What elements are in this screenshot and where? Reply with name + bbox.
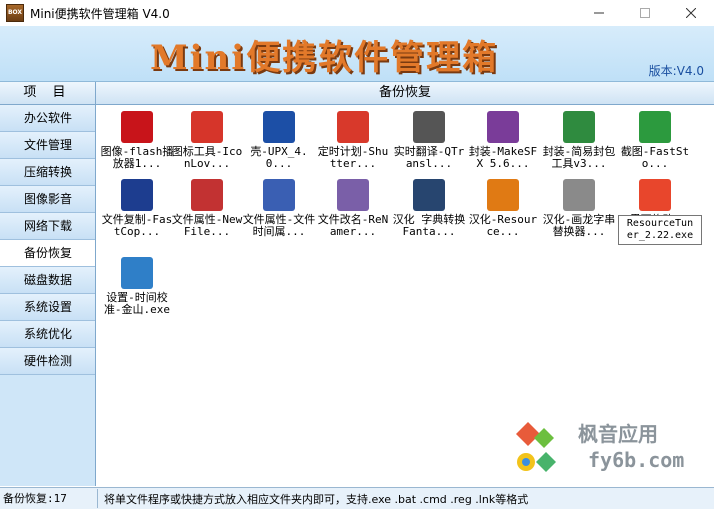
- status-bar: 备份恢复:17 将单文件程序或快捷方式放入相应文件夹内即可，支持.exe .ba…: [0, 487, 714, 509]
- sidebar-item[interactable]: 网络下载: [0, 213, 95, 240]
- close-button[interactable]: [668, 0, 714, 26]
- app-tile[interactable]: 设置-时间校准-金山.exe: [100, 257, 174, 316]
- window-title: Mini便携软件管理箱 V4.0: [30, 6, 170, 21]
- bubble-icon: [413, 111, 445, 143]
- app-tile-label: 汉化-画龙字串替换器...: [542, 213, 616, 238]
- app-tile-label: 文件属性-文件时间属...: [242, 213, 316, 238]
- app-tile[interactable]: 汉化 字典转换 Fanta...: [392, 179, 466, 238]
- app-tile-label: 图标工具-IconLov...: [171, 145, 243, 170]
- shield-icon: [563, 111, 595, 143]
- upx-icon: [263, 111, 295, 143]
- app-tile[interactable]: 汉化-Resource...: [466, 179, 540, 238]
- sidebar-item[interactable]: 系统优化: [0, 321, 95, 348]
- rh-icon: [487, 179, 519, 211]
- sidebar: 项 目 办公软件 文件管理 压缩转换 图像影音 网络下载 备份恢复 磁盘数据 系统设置 系统优化…: [0, 82, 96, 486]
- app-tile[interactable]: 实时翻译-QTransl...: [392, 111, 466, 170]
- sidebar-item[interactable]: 备份恢复: [0, 240, 95, 267]
- close-icon: [686, 8, 696, 18]
- app-tile-label: 文件属性-NewFile...: [171, 213, 243, 238]
- title-bar: BOX Mini便携软件管理箱 V4.0: [0, 0, 714, 26]
- sidebar-header: 项 目: [0, 82, 95, 105]
- globe-icon: [413, 179, 445, 211]
- app-tile[interactable]: 文件改名-ReNamer...: [316, 179, 390, 238]
- app-tile-label: 汉化-Resource...: [468, 213, 538, 238]
- app-tile-label: 汉化 字典转换 Fanta...: [392, 213, 466, 238]
- edit-icon: [563, 179, 595, 211]
- app-tile-label: 文件改名-ReNamer...: [317, 213, 389, 238]
- flash-icon: [121, 111, 153, 143]
- status-hint: 将单文件程序或快捷方式放入相应文件夹内即可，支持.exe .bat .cmd .…: [104, 492, 529, 506]
- app-tile[interactable]: 文件属性-NewFile...: [170, 179, 244, 238]
- app-tile-label: 文件复制-FastCop...: [101, 213, 173, 238]
- watermark-text: 枫音应用: [578, 422, 658, 446]
- diamond-icon: [639, 179, 671, 211]
- tooltip-line: ResourceTun: [626, 218, 694, 229]
- app-tile-label: 壳-UPX_4.0...: [250, 145, 308, 170]
- app-tile-label: 定时计划-Shutter...: [317, 145, 389, 170]
- app-tile[interactable]: 定时计划-Shutter...: [316, 111, 390, 170]
- sidebar-item[interactable]: 磁盘数据: [0, 267, 95, 294]
- archive-icon: [487, 111, 519, 143]
- app-tile[interactable]: 文件属性-文件时间属...: [242, 179, 316, 238]
- screenshot-icon: [639, 111, 671, 143]
- file-grid-icon: [191, 179, 223, 211]
- sidebar-list: 办公软件 文件管理 压缩转换 图像影音 网络下载 备份恢复 磁盘数据 系统设置 系统优化 硬件检测: [0, 105, 95, 375]
- tooltip: ResourceTun er_2.22.exe: [618, 215, 702, 245]
- sidebar-item[interactable]: 硬件检测: [0, 348, 95, 375]
- folder-icon: [337, 179, 369, 211]
- app-tile[interactable]: 截图-FastSto...: [618, 111, 692, 170]
- app-icon: BOX: [6, 4, 24, 22]
- wizard-icon: [263, 179, 295, 211]
- maximize-button[interactable]: [622, 0, 668, 26]
- version-label: 版本:V4.0: [648, 64, 704, 78]
- clock-sync-icon: [121, 257, 153, 289]
- sidebar-item[interactable]: 系统设置: [0, 294, 95, 321]
- heart-icon: [191, 111, 223, 143]
- app-tile[interactable]: 封装-MakeSFX 5.6...: [466, 111, 540, 170]
- app-tile-label: 截图-FastSto...: [620, 145, 690, 170]
- sidebar-item[interactable]: 办公软件: [0, 105, 95, 132]
- watermark-logo-icon: [516, 422, 556, 472]
- tooltip-line: er_2.22.exe: [626, 230, 694, 241]
- app-tile[interactable]: 汉化-画龙字串替换器...: [542, 179, 616, 238]
- main-header: 备份恢复: [96, 82, 714, 105]
- power-icon: [337, 111, 369, 143]
- app-tile[interactable]: 文件复制-FastCop...: [100, 179, 174, 238]
- fc-icon: [121, 179, 153, 211]
- app-tile[interactable]: 图像-flash播放器1...: [100, 111, 174, 170]
- banner-title: Mini便携软件管理箱: [150, 38, 499, 78]
- app-tile-label: 图像-flash播放器1...: [100, 145, 174, 170]
- watermark-url: fy6b.com: [588, 448, 685, 472]
- app-tile-label: 封装-MakeSFX 5.6...: [468, 145, 538, 170]
- watermark: 枫音应用 fy6b.com: [510, 418, 700, 478]
- minimize-button[interactable]: [576, 0, 622, 26]
- app-tile[interactable]: 封装-简易封包工具v3...: [542, 111, 616, 170]
- app-tile[interactable]: 图标工具-IconLov...: [170, 111, 244, 170]
- maximize-icon: [640, 8, 650, 18]
- sidebar-item[interactable]: 压缩转换: [0, 159, 95, 186]
- sidebar-item[interactable]: 文件管理: [0, 132, 95, 159]
- status-count: 备份恢复:17: [0, 489, 98, 508]
- sidebar-item[interactable]: 图像影音: [0, 186, 95, 213]
- app-tile-label: 设置-时间校准-金山.exe: [103, 291, 171, 316]
- app-tile[interactable]: 壳-UPX_4.0...: [242, 111, 316, 170]
- app-tile-label: 实时翻译-QTransl...: [393, 145, 465, 170]
- app-tile-label: 封装-简易封包工具v3...: [542, 145, 616, 170]
- minimize-icon: [594, 12, 604, 14]
- banner: Mini便携软件管理箱 版本:V4.0: [0, 26, 714, 82]
